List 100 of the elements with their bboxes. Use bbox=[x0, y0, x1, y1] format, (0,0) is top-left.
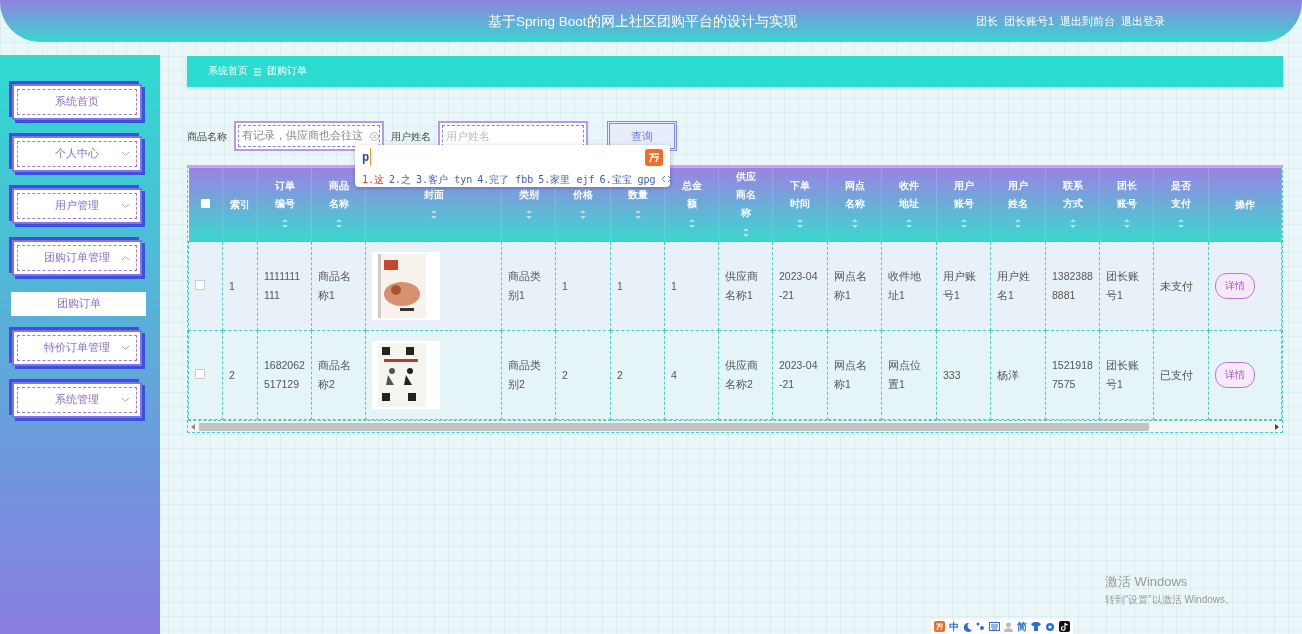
column-header: 索引 bbox=[229, 197, 251, 212]
column-header[interactable]: 是否支付 bbox=[1170, 177, 1192, 214]
activation-text: 转到“设置”以激活 Windows。 bbox=[1105, 592, 1235, 607]
sort-icon[interactable] bbox=[850, 219, 859, 229]
column-header[interactable]: 收件地址 bbox=[898, 177, 920, 214]
table-cell: 333 bbox=[943, 368, 961, 381]
sort-icon[interactable] bbox=[687, 219, 696, 229]
gear-icon[interactable] bbox=[1045, 621, 1055, 632]
column-header[interactable]: 价格 bbox=[572, 186, 594, 205]
user-label: 团长 bbox=[976, 14, 998, 29]
table-cell: 团长账号1 bbox=[1106, 270, 1139, 302]
page-arrows-icon[interactable] bbox=[660, 175, 672, 183]
table-cell: 商品类别1 bbox=[508, 270, 541, 302]
table-cell: 网点名称1 bbox=[834, 359, 867, 391]
sort-icon[interactable] bbox=[1068, 219, 1077, 229]
arrow-left-icon bbox=[191, 423, 195, 430]
table-cell: 2023-04-21 bbox=[779, 270, 818, 302]
music-note-icon[interactable] bbox=[1059, 621, 1070, 632]
ime-candidate[interactable]: 3.客户 tyn bbox=[416, 172, 473, 187]
table-cell: 商品类别2 bbox=[508, 359, 541, 391]
checkbox[interactable] bbox=[195, 368, 205, 379]
table-cell: 1111111111 bbox=[264, 270, 301, 302]
column-header: 操作 bbox=[1234, 197, 1256, 212]
caret-icon bbox=[121, 151, 130, 157]
sidebar-item[interactable]: 个人中心 bbox=[12, 136, 142, 172]
sort-icon[interactable] bbox=[796, 219, 804, 229]
field-label: 商品名称 bbox=[187, 129, 227, 144]
ime-script-toggle[interactable]: 简 bbox=[1017, 619, 1027, 634]
sort-icon[interactable] bbox=[1177, 219, 1185, 229]
sidebar-item[interactable]: 用户管理 bbox=[12, 188, 142, 224]
sort-icon[interactable] bbox=[280, 219, 289, 229]
ime-candidate[interactable]: 1.这 bbox=[362, 172, 385, 187]
column-header[interactable]: 用户姓名 bbox=[1007, 177, 1029, 214]
header-link[interactable]: 退出到前台 bbox=[1060, 13, 1116, 30]
sort-icon[interactable] bbox=[1122, 219, 1131, 229]
sidebar-item[interactable]: 系统首页 bbox=[12, 84, 142, 120]
column-header[interactable]: 下单时间 bbox=[789, 177, 811, 214]
table-cell: 1 bbox=[229, 279, 235, 292]
sort-icon[interactable] bbox=[524, 210, 533, 220]
table-cell: 已支付 bbox=[1160, 368, 1193, 381]
sort-icon[interactable] bbox=[633, 210, 642, 220]
column-header[interactable]: 数量 bbox=[626, 186, 649, 205]
sort-icon[interactable] bbox=[959, 219, 968, 229]
detail-button[interactable]: 详情 bbox=[1215, 273, 1255, 300]
keyboard-icon[interactable] bbox=[989, 622, 1000, 631]
table-cell: 1 bbox=[617, 279, 623, 292]
clear-icon[interactable] bbox=[370, 132, 379, 141]
dots-icon[interactable] bbox=[976, 622, 985, 631]
checkbox[interactable] bbox=[195, 279, 205, 290]
table-cell: 1682062517129 bbox=[264, 359, 305, 391]
table-cell: 网点名称1 bbox=[834, 270, 867, 302]
ime-input[interactable]: p bbox=[362, 148, 372, 166]
table-cell: 未支付 bbox=[1160, 279, 1193, 292]
table-cell: 团长账号1 bbox=[1106, 359, 1139, 391]
ime-logo-icon[interactable] bbox=[934, 621, 945, 632]
table-cell: 2 bbox=[229, 368, 235, 381]
sort-icon[interactable] bbox=[579, 210, 587, 220]
sidebar-item[interactable]: 特价订单管理 bbox=[12, 330, 142, 366]
caret-icon bbox=[121, 255, 130, 261]
table-cell: 用户账号1 bbox=[943, 270, 976, 302]
search-field[interactable]: 有记录，供应商也会往这 bbox=[234, 121, 384, 151]
column-header[interactable]: 类别 bbox=[517, 186, 540, 205]
ime-candidate[interactable]: 2.之 bbox=[389, 172, 412, 187]
table-cell: 用户姓名1 bbox=[997, 270, 1030, 302]
table-cell: 网点位置1 bbox=[888, 359, 921, 391]
detail-button[interactable]: 详情 bbox=[1215, 362, 1255, 389]
caret-icon bbox=[121, 203, 130, 209]
table-cell: 2 bbox=[617, 368, 623, 381]
shirt-icon[interactable] bbox=[1031, 622, 1041, 631]
moon-icon[interactable] bbox=[963, 621, 972, 632]
checkbox[interactable] bbox=[200, 199, 210, 209]
table-cell: 15219187575 bbox=[1052, 359, 1093, 391]
ime-mode-toggle[interactable]: 中 bbox=[949, 619, 959, 634]
header-link[interactable]: 退出登录 bbox=[1121, 13, 1166, 30]
ime-candidate[interactable]: 6.宝宝 gpg bbox=[599, 172, 656, 187]
sort-icon[interactable] bbox=[334, 219, 343, 229]
scrollbar[interactable] bbox=[188, 420, 1282, 433]
scrollbar-thumb[interactable] bbox=[199, 422, 1149, 431]
submenu-item[interactable]: 团购订单 bbox=[11, 292, 146, 316]
table-cell: 供应商名称1 bbox=[725, 270, 758, 302]
table-cell: 1 bbox=[671, 279, 677, 292]
ime-candidate[interactable]: 5.家里 ejf bbox=[538, 172, 595, 187]
sort-icon[interactable] bbox=[905, 219, 913, 229]
sidebar-item[interactable]: 团购订单管理 bbox=[12, 240, 142, 276]
user-label: 团长账号1 bbox=[1004, 14, 1055, 29]
table-cell: 2 bbox=[562, 368, 568, 381]
sort-icon[interactable] bbox=[1014, 219, 1022, 229]
ime-candidate[interactable]: 4.完了 fbb bbox=[477, 172, 534, 187]
table-cell: 13823888881 bbox=[1052, 270, 1093, 302]
column-header[interactable]: 封面 bbox=[422, 186, 445, 205]
user-icon[interactable] bbox=[1004, 621, 1013, 632]
table-cell: 杨洋 bbox=[997, 368, 1019, 381]
sort-icon[interactable] bbox=[429, 210, 438, 220]
app-title: 基于Spring Boot的网上社区团购平台的设计与实现 bbox=[488, 13, 797, 31]
activation-title: 激活 Windows bbox=[1105, 573, 1189, 591]
sidebar-item[interactable]: 系统管理 bbox=[12, 382, 142, 418]
sort-icon[interactable] bbox=[741, 228, 750, 238]
arrow-right-icon bbox=[1275, 423, 1279, 430]
table-cell: 商品名称1 bbox=[318, 270, 351, 302]
field-label: 用户姓名 bbox=[391, 129, 431, 144]
